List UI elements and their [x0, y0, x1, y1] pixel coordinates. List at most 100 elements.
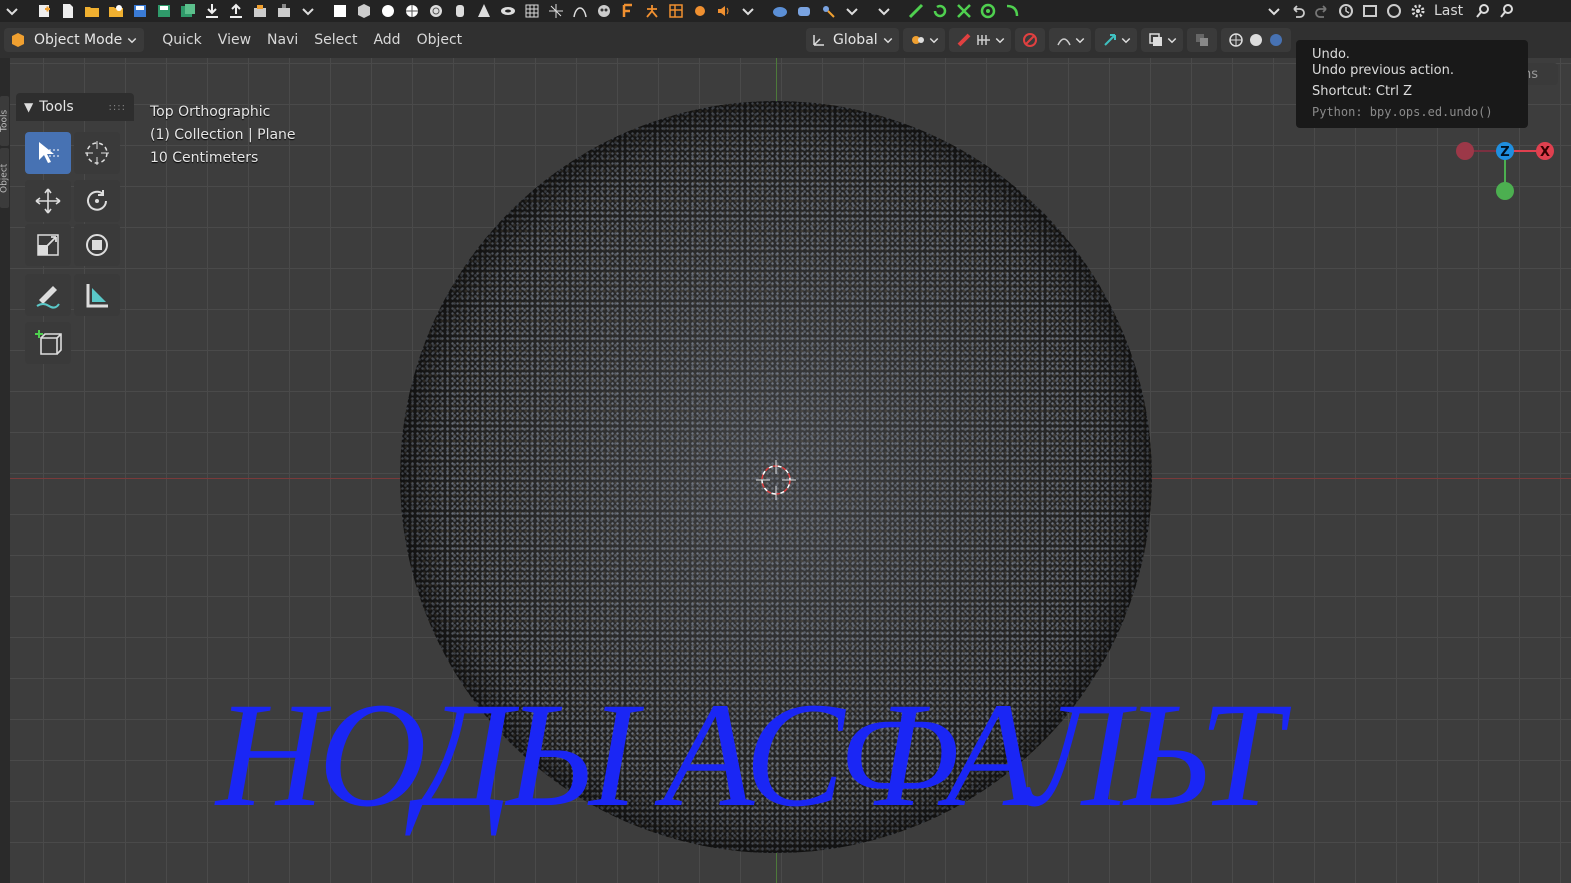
- menu-object[interactable]: Object: [409, 32, 471, 48]
- left-tab-strip: Tools Object: [0, 58, 10, 883]
- menu-view[interactable]: View: [210, 32, 259, 48]
- tool-measure[interactable]: [74, 274, 120, 316]
- open-folder-icon[interactable]: [83, 2, 101, 20]
- append-icon[interactable]: [275, 2, 293, 20]
- falloff-dropdown[interactable]: [1048, 28, 1091, 52]
- chevron-down-icon[interactable]: [299, 2, 317, 20]
- redo-icon[interactable]: [1313, 2, 1331, 20]
- uv-sphere-icon[interactable]: [379, 2, 397, 20]
- proportional-edit-toggle[interactable]: [1014, 28, 1045, 52]
- recent-folder-icon[interactable]: [107, 2, 125, 20]
- material-shading-icon[interactable]: [1268, 32, 1284, 48]
- snap-increment-icon: [976, 35, 990, 45]
- last-label[interactable]: Last: [1434, 3, 1463, 19]
- save-copy-icon[interactable]: [179, 2, 197, 20]
- y-axis-icon[interactable]: [1496, 182, 1514, 200]
- link-icon[interactable]: [251, 2, 269, 20]
- tool-select-box[interactable]: [25, 132, 71, 174]
- rotate-icon: [87, 190, 107, 211]
- tool-annotate[interactable]: [25, 274, 71, 316]
- cube-icon[interactable]: [355, 2, 373, 20]
- repeat-last-icon[interactable]: [1361, 2, 1379, 20]
- speaker-icon[interactable]: [715, 2, 733, 20]
- orientation-label: Global: [833, 32, 878, 48]
- tab-tools[interactable]: Tools: [0, 96, 9, 146]
- overlay-dropdown[interactable]: [1140, 28, 1183, 52]
- curve-icon[interactable]: [571, 2, 589, 20]
- xray-toggle[interactable]: [1186, 28, 1217, 52]
- pivot-dropdown[interactable]: [902, 28, 945, 52]
- tool-scale[interactable]: [25, 224, 71, 266]
- navigation-gizmo[interactable]: X Z: [1450, 136, 1560, 206]
- menu-navi[interactable]: Navi: [259, 32, 306, 48]
- lattice-icon[interactable]: [667, 2, 685, 20]
- export-icon[interactable]: [227, 2, 245, 20]
- menu-quick[interactable]: Quick: [154, 32, 210, 48]
- shading-modes[interactable]: [1220, 28, 1291, 52]
- tool-cursor[interactable]: [74, 132, 120, 174]
- chevron-down-icon[interactable]: [875, 2, 893, 20]
- light-icon[interactable]: [691, 2, 709, 20]
- chevron-down-icon: [1121, 37, 1130, 44]
- empty-axes-icon[interactable]: [547, 2, 565, 20]
- undo-history-icon[interactable]: [1337, 2, 1355, 20]
- plane-icon[interactable]: [331, 2, 349, 20]
- save-as-icon[interactable]: [155, 2, 173, 20]
- wireframe-shading-icon[interactable]: [1228, 32, 1244, 48]
- chevron-down-icon[interactable]: [843, 2, 861, 20]
- refresh-green-icon[interactable]: [931, 2, 949, 20]
- tool-rotate[interactable]: [74, 180, 120, 222]
- mode-dropdown[interactable]: Object Mode: [4, 28, 145, 52]
- xray-icon: [1195, 34, 1208, 46]
- scale-green-icon[interactable]: [955, 2, 973, 20]
- snap-dropdown[interactable]: [948, 28, 1011, 52]
- file-icon[interactable]: [59, 2, 77, 20]
- orientation-dropdown[interactable]: Global: [806, 28, 899, 52]
- repeat-history-icon[interactable]: [1385, 2, 1403, 20]
- tab-object[interactable]: Object: [0, 148, 9, 208]
- import-icon[interactable]: [203, 2, 221, 20]
- chevron-down-icon[interactable]: [739, 2, 757, 20]
- x-axis-label: X: [1540, 145, 1550, 160]
- disclosure-triangle-icon: ▼: [24, 100, 34, 114]
- search-icon[interactable]: [1474, 2, 1492, 20]
- tooltip-python: Python: bpy.ops.ed.undo(): [1312, 105, 1493, 119]
- menu-add[interactable]: Add: [365, 32, 408, 48]
- grid-icon[interactable]: [523, 2, 541, 20]
- shading-blue-2-icon[interactable]: [795, 2, 813, 20]
- chevron-down-icon[interactable]: [3, 2, 21, 20]
- monkey-icon[interactable]: [595, 2, 613, 20]
- torus-icon[interactable]: [499, 2, 517, 20]
- save-icon[interactable]: [131, 2, 149, 20]
- text-f-icon[interactable]: [619, 2, 637, 20]
- armature-icon[interactable]: [643, 2, 661, 20]
- undo-icon[interactable]: [1289, 2, 1307, 20]
- drag-handle-icon[interactable]: ::::: [109, 102, 126, 113]
- sphere-wire-icon[interactable]: [427, 2, 445, 20]
- cone-icon[interactable]: [475, 2, 493, 20]
- gizmo-dropdown[interactable]: [1094, 28, 1137, 52]
- measure-icon: [86, 284, 108, 308]
- cylinder-icon[interactable]: [451, 2, 469, 20]
- select-box-icon: [39, 142, 59, 163]
- solid-shading-icon[interactable]: [1248, 32, 1264, 48]
- search-alt-icon[interactable]: [1498, 2, 1516, 20]
- tool-move[interactable]: [25, 180, 71, 222]
- ico-sphere-icon[interactable]: [403, 2, 421, 20]
- constraint-icon[interactable]: [907, 2, 925, 20]
- snap-magnet-icon: [957, 33, 971, 47]
- gear-icon[interactable]: [1409, 2, 1427, 20]
- tool-transform[interactable]: [74, 224, 120, 266]
- tool-add-cube[interactable]: [25, 322, 71, 364]
- neg-x-axis-icon[interactable]: [1456, 142, 1474, 160]
- track-green-icon[interactable]: [1003, 2, 1021, 20]
- new-file-icon[interactable]: [35, 2, 53, 20]
- shading-blue-icon[interactable]: [771, 2, 789, 20]
- chevron-down-icon[interactable]: [1265, 2, 1283, 20]
- tools-panel-header[interactable]: ▼ Tools ::::: [16, 93, 134, 121]
- pose-icon[interactable]: [819, 2, 837, 20]
- menu-select[interactable]: Select: [306, 32, 365, 48]
- 3d-cursor-icon[interactable]: [754, 458, 798, 502]
- transform-icon: [86, 234, 108, 256]
- target-green-icon[interactable]: [979, 2, 997, 20]
